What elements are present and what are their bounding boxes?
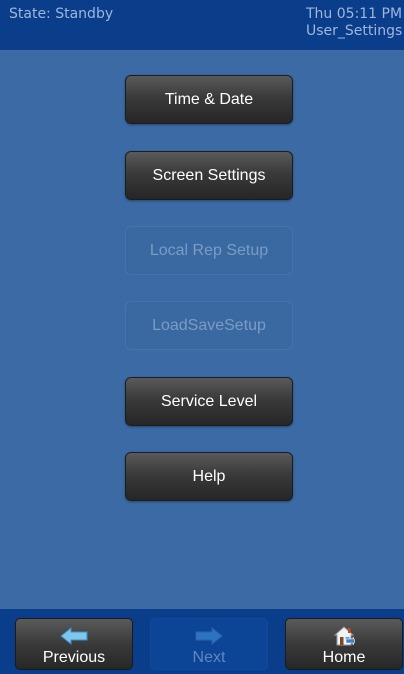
previous-button[interactable]: Previous bbox=[15, 618, 133, 670]
status-bar: State: Standby Thu 05:11 PM User_Setting… bbox=[0, 0, 404, 50]
state-label: State: Standby bbox=[9, 6, 114, 22]
right-arrow-icon bbox=[151, 625, 267, 647]
screen-name-label: User_Settings bbox=[306, 23, 403, 39]
load-save-setup-button: LoadSaveSetup bbox=[125, 301, 293, 350]
screen-settings-button[interactable]: Screen Settings bbox=[125, 151, 293, 200]
home-icon bbox=[286, 625, 402, 647]
datetime-label: Thu 05:11 PM bbox=[306, 6, 403, 22]
service-level-button[interactable]: Service Level bbox=[125, 377, 293, 426]
local-rep-setup-button: Local Rep Setup bbox=[125, 226, 293, 275]
left-arrow-icon bbox=[16, 625, 132, 647]
home-label: Home bbox=[322, 649, 366, 666]
user-settings-screen: State: Standby Thu 05:11 PM User_Setting… bbox=[0, 0, 404, 674]
next-label: Next bbox=[192, 649, 226, 666]
bottom-nav-bar: Previous Next Home bbox=[0, 609, 404, 674]
next-button: Next bbox=[150, 618, 268, 670]
help-button[interactable]: Help bbox=[125, 452, 293, 501]
previous-label: Previous bbox=[42, 649, 106, 666]
home-button[interactable]: Home bbox=[285, 618, 403, 670]
status-right: Thu 05:11 PM User_Settings bbox=[306, 6, 404, 40]
time-date-button[interactable]: Time & Date bbox=[125, 75, 293, 124]
